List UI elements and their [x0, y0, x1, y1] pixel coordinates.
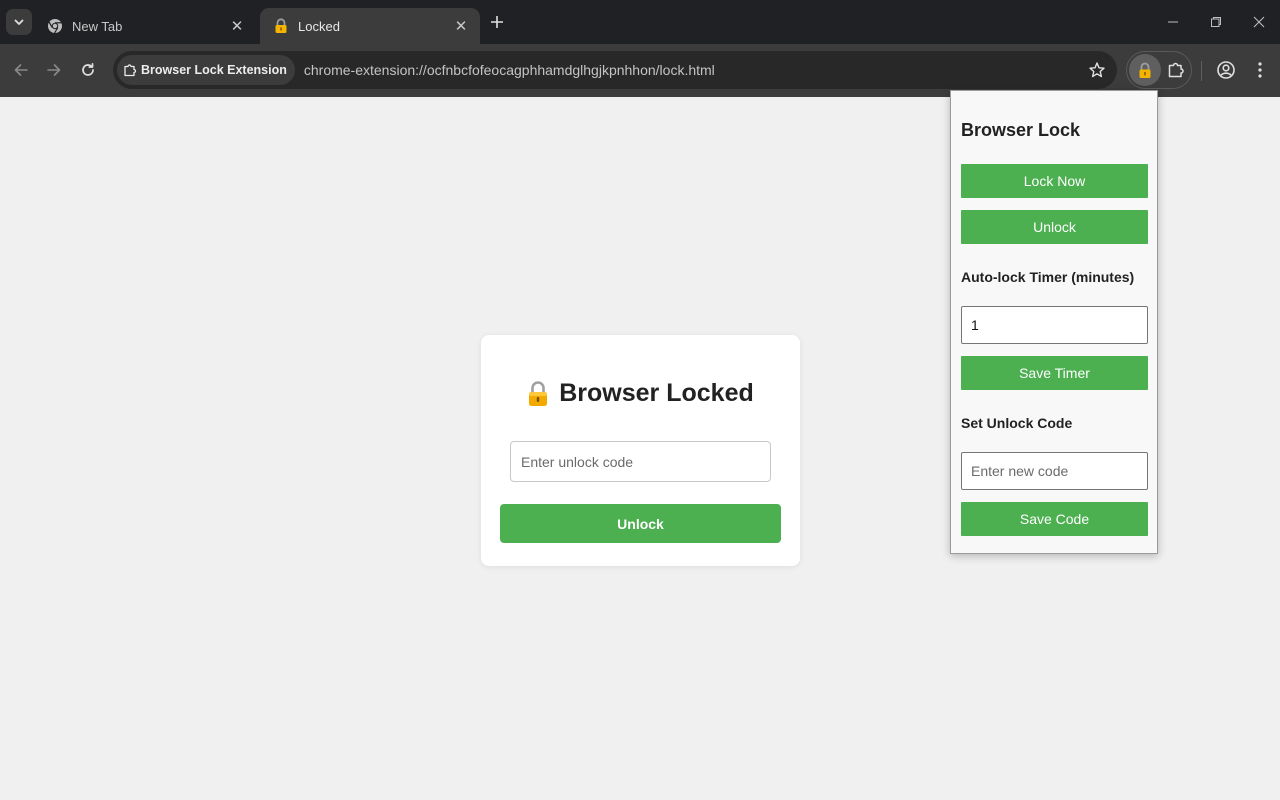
- site-chip-label: Browser Lock Extension: [141, 63, 287, 77]
- tab-title: New Tab: [72, 18, 123, 34]
- close-icon[interactable]: ✕: [228, 17, 246, 35]
- back-button[interactable]: [9, 58, 33, 82]
- extension-group: [1126, 51, 1192, 89]
- restore-icon: [1211, 17, 1221, 27]
- save-code-button[interactable]: Save Code: [961, 502, 1148, 536]
- lock-now-button[interactable]: Lock Now: [961, 164, 1148, 198]
- chevron-down-icon: [14, 19, 24, 25]
- minimize-icon: [1168, 21, 1178, 23]
- site-info-chip[interactable]: Browser Lock Extension: [117, 55, 295, 85]
- address-bar[interactable]: Browser Lock Extension chrome-extension:…: [113, 51, 1117, 89]
- page-title: Browser Locked: [559, 379, 754, 407]
- lock-title-row: Browser Locked: [481, 379, 800, 408]
- tab-new-tab[interactable]: New Tab ✕: [34, 8, 256, 44]
- lock-icon: [272, 17, 290, 35]
- more-vertical-icon: [1258, 62, 1262, 78]
- save-timer-button[interactable]: Save Timer: [961, 356, 1148, 390]
- lock-icon: [1139, 62, 1151, 78]
- tab-search-button[interactable]: [6, 9, 32, 35]
- puzzle-icon: [123, 63, 137, 77]
- unlock-code-input[interactable]: [510, 441, 771, 482]
- close-window-button[interactable]: [1249, 12, 1269, 32]
- bookmark-star-icon[interactable]: [1087, 60, 1107, 80]
- new-tab-button[interactable]: [486, 11, 508, 33]
- timer-label: Auto-lock Timer (minutes): [961, 269, 1135, 285]
- puzzle-icon: [1168, 62, 1184, 78]
- profile-button[interactable]: [1214, 58, 1238, 82]
- arrow-left-icon: [14, 64, 28, 76]
- close-icon[interactable]: ✕: [452, 17, 470, 35]
- arrow-right-icon: [47, 64, 61, 76]
- browser-lock-extension-button[interactable]: [1129, 54, 1161, 86]
- extension-popup: Browser Lock Lock Now Unlock Auto-lock T…: [950, 90, 1158, 554]
- chrome-icon: [46, 17, 64, 35]
- forward-button[interactable]: [42, 58, 66, 82]
- restore-button[interactable]: [1206, 12, 1226, 32]
- lock-icon: [527, 380, 549, 407]
- profile-icon: [1217, 61, 1235, 79]
- popup-title: Browser Lock: [961, 120, 1081, 140]
- tab-title: Locked: [298, 18, 340, 34]
- close-icon: [1253, 16, 1265, 28]
- tab-locked[interactable]: Locked ✕: [260, 8, 480, 44]
- lock-card: Browser Locked Unlock: [481, 335, 800, 566]
- reload-icon: [82, 62, 94, 76]
- new-code-input[interactable]: [961, 452, 1148, 490]
- reload-button[interactable]: [76, 58, 100, 82]
- popup-unlock-button[interactable]: Unlock: [961, 210, 1148, 244]
- minimize-button[interactable]: [1163, 12, 1183, 32]
- url-text: chrome-extension://ocfnbcfofeocagphhamdg…: [303, 62, 715, 78]
- chrome-menu-button[interactable]: [1250, 58, 1270, 82]
- toolbar-separator: [1201, 61, 1202, 81]
- unlock-code-label: Set Unlock Code: [961, 415, 1073, 431]
- extensions-button[interactable]: [1165, 59, 1187, 81]
- timer-input[interactable]: [961, 306, 1148, 344]
- tab-strip: New Tab ✕ Locked ✕: [0, 0, 1280, 44]
- plus-icon: [491, 16, 503, 28]
- unlock-button[interactable]: Unlock: [500, 504, 781, 543]
